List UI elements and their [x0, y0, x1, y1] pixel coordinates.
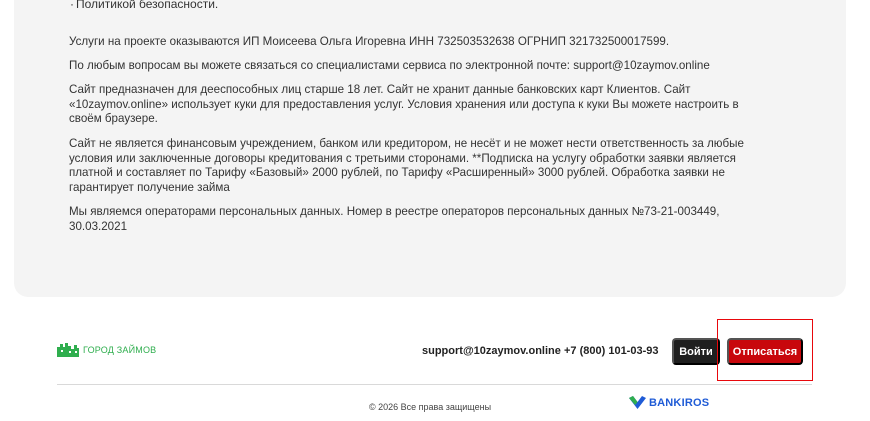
bullet-dot: · [70, 0, 74, 11]
bankiros-logo-text: BANKIROS [649, 396, 710, 409]
city-logo-icon [57, 343, 79, 357]
legal-paragraph-disclaimer: Сайт не является финансовым учреждением,… [69, 137, 744, 194]
copyright-text: © 2026 Все права защищены [369, 402, 492, 412]
unsubscribe-highlight-frame [717, 319, 813, 381]
footer-email-link[interactable]: support@10zaymov.online [422, 345, 561, 357]
logo-text: ГОРОД ЗАЙМОВ [83, 345, 157, 355]
bullet-item: · Политикой безопасности. [70, 0, 219, 11]
bankiros-partner-link[interactable]: BANKIROS [629, 396, 709, 409]
footer-divider [57, 384, 812, 385]
login-button[interactable]: Войти [672, 338, 720, 365]
footer-phone-link[interactable]: +7 (800) 101-03-93 [564, 345, 658, 357]
legal-paragraph-personal-data: Мы являемся операторами персональных дан… [69, 205, 720, 233]
legal-paragraph-provider: Услуги на проекте оказываются ИП Моисеев… [69, 35, 670, 48]
footer-logo-link[interactable]: ГОРОД ЗАЙМОВ [57, 343, 156, 357]
bankiros-logo-icon [629, 396, 646, 409]
legal-paragraph-contact: По любым вопросам вы можете связаться со… [69, 59, 710, 72]
bullet-item-text: Политикой безопасности. [76, 0, 219, 11]
legal-paragraph-age-cookies: Сайт предназначен для дееспособных лиц с… [69, 83, 739, 126]
